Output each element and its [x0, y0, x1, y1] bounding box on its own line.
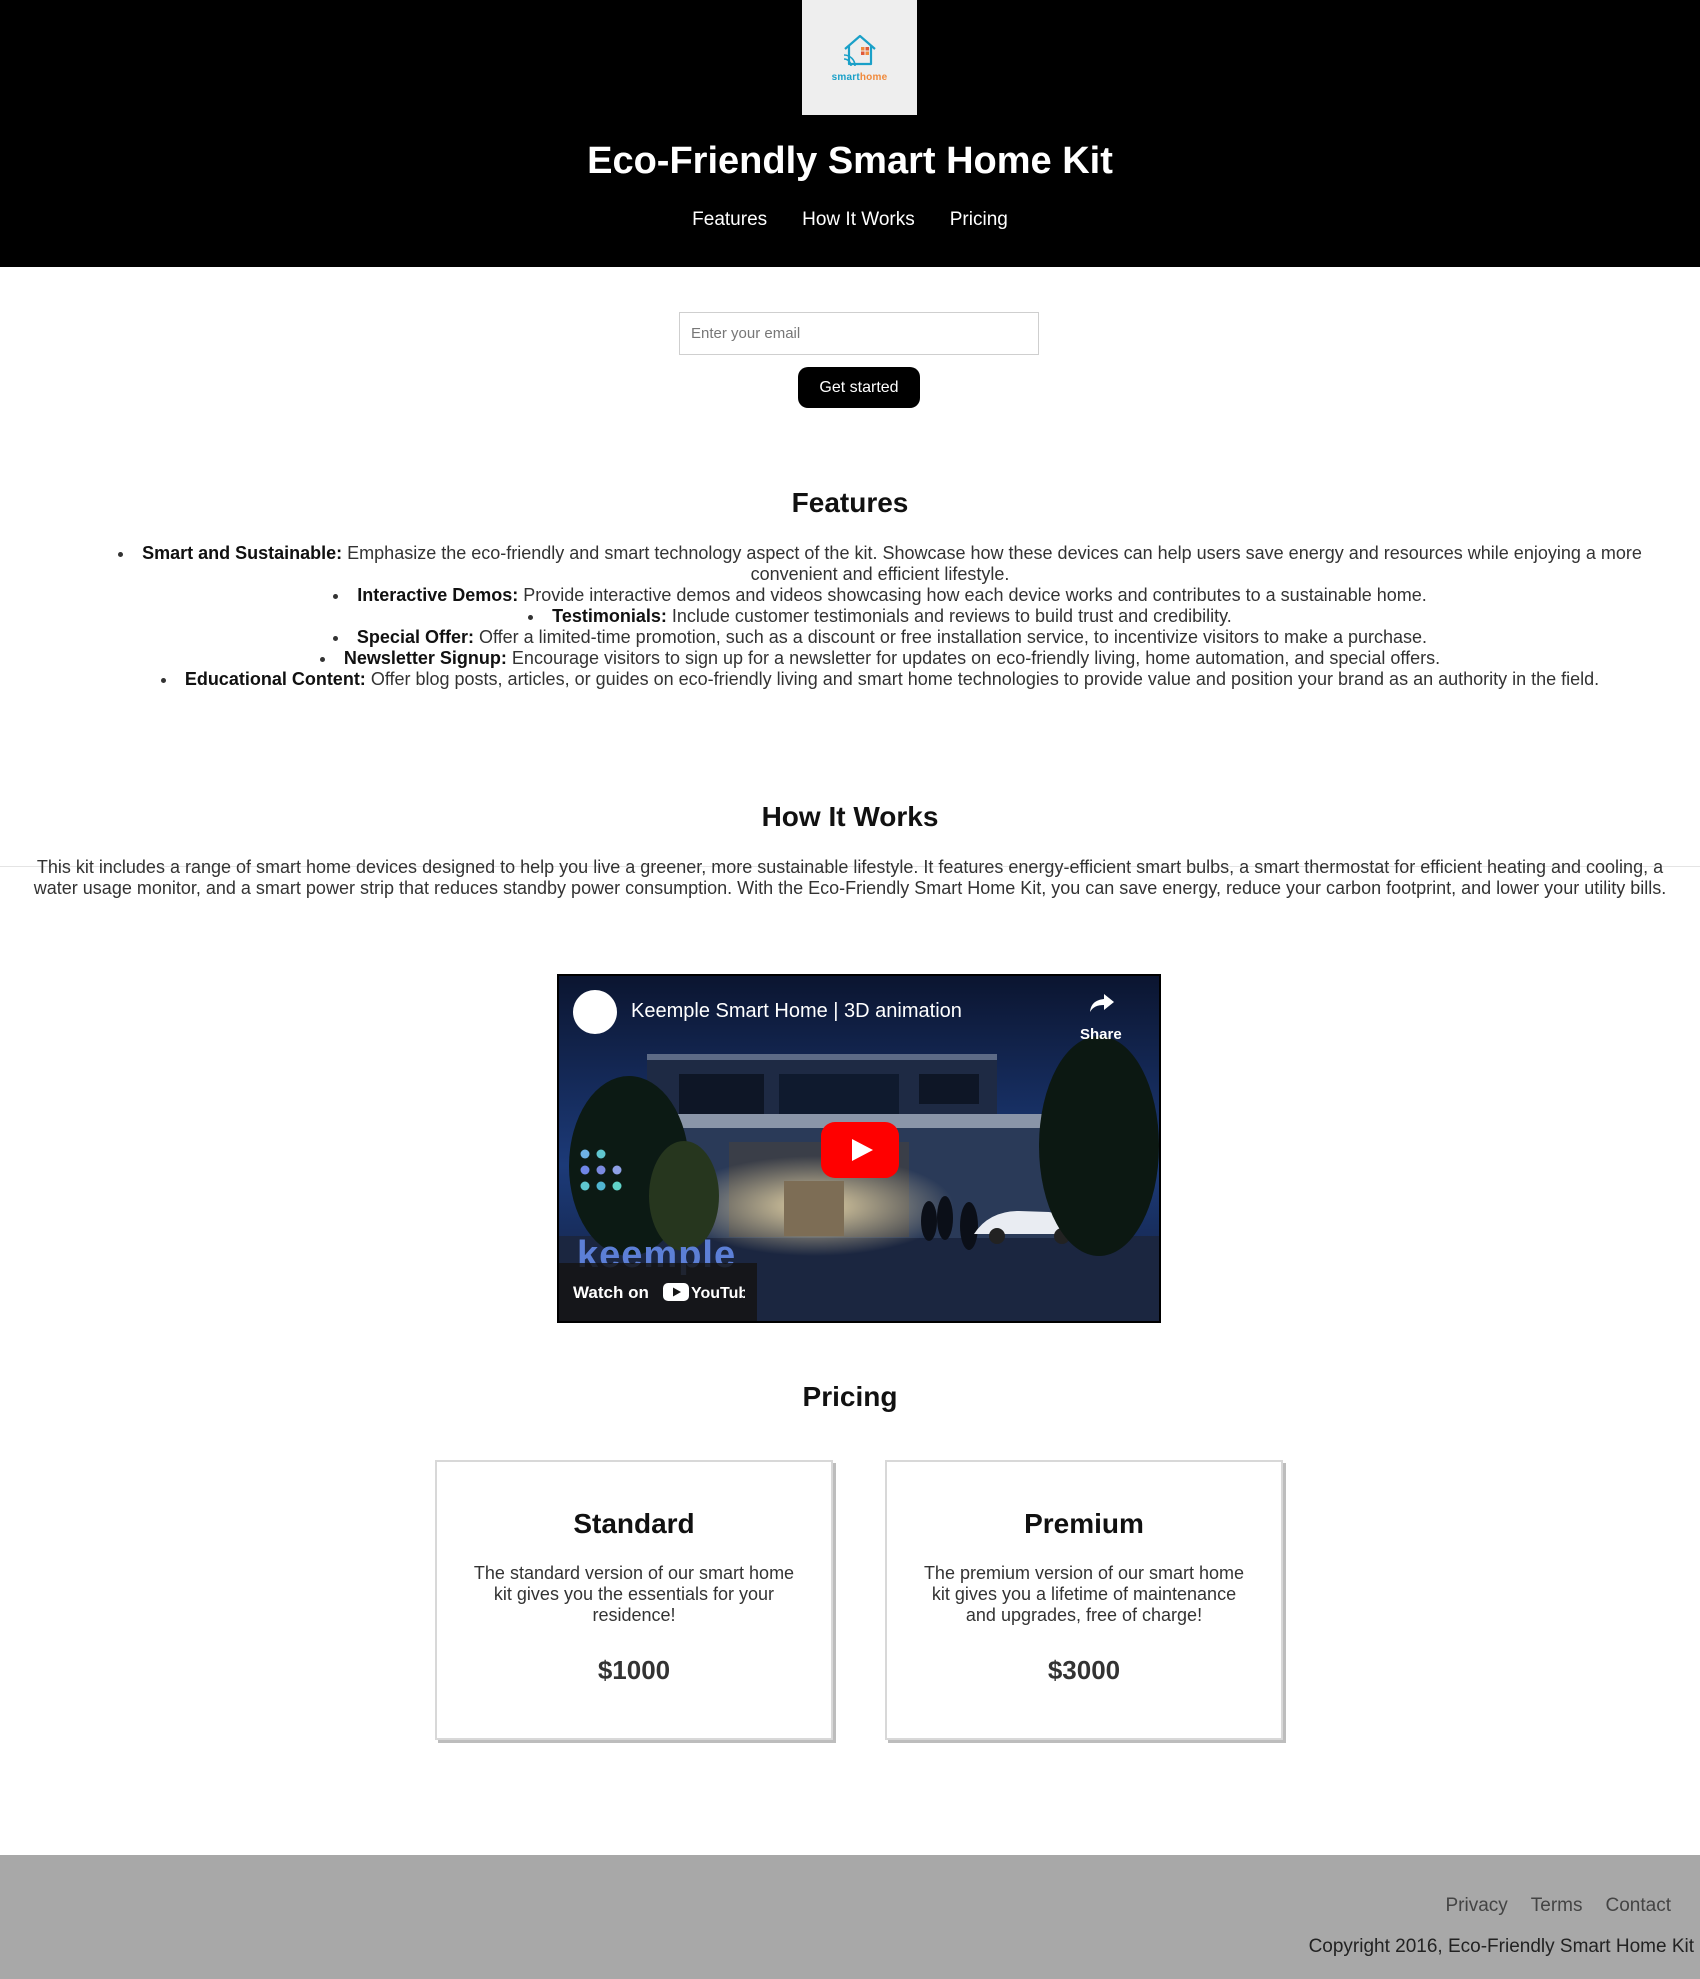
feature-title: Testimonials:: [552, 606, 667, 626]
get-started-button[interactable]: Get started: [798, 367, 920, 408]
footer-link-contact[interactable]: Contact: [1606, 1895, 1671, 1917]
feature-text: Offer a limited-time promotion, such as …: [473, 627, 1428, 647]
nav-link-pricing[interactable]: Pricing: [950, 209, 1008, 231]
feature-item: Special Offer: Offer a limited-time prom…: [0, 627, 1700, 648]
feature-text: Encourage visitors to sign up for a news…: [506, 648, 1441, 668]
nav-link-how-it-works[interactable]: How It Works: [802, 209, 915, 231]
plan-price: $3000: [1047, 1655, 1121, 1685]
feature-title: Special Offer:: [356, 627, 474, 647]
how-it-works-heading: How It Works: [761, 801, 939, 832]
footer-link-privacy[interactable]: Privacy: [1445, 1895, 1507, 1917]
play-icon[interactable]: [821, 1122, 899, 1178]
channel-avatar[interactable]: [573, 990, 617, 1034]
plan-description: The standard version of our smart home k…: [473, 1563, 795, 1625]
watch-on-label: Watch on: [573, 1283, 649, 1302]
youtube-wordmark: YouTube: [691, 1285, 745, 1302]
share-icon[interactable]: [1089, 992, 1115, 1014]
video-title[interactable]: Keemple Smart Home | 3D animation: [631, 1000, 962, 1023]
features-list: Smart and Sustainable: Emphasize the eco…: [0, 543, 1700, 690]
footer-links: Privacy Terms Contact: [1445, 1895, 1671, 1917]
feature-item: Smart and Sustainable: Emphasize the eco…: [0, 543, 1700, 585]
logo[interactable]: smarthome: [802, 0, 917, 115]
how-it-works-text: This kit includes a range of smart home …: [33, 857, 1667, 898]
plan-description: The premium version of our smart home ki…: [923, 1563, 1245, 1625]
email-input[interactable]: [679, 312, 1039, 355]
pricing-card-premium[interactable]: Premium The premium version of our smart…: [885, 1460, 1283, 1740]
feature-item: Newsletter Signup: Encourage visitors to…: [0, 648, 1700, 669]
feature-title: Interactive Demos:: [357, 585, 519, 605]
main-nav: Features How It Works Pricing: [0, 209, 1700, 231]
features-heading: Features: [791, 487, 909, 518]
plan-name: Premium: [1024, 1508, 1144, 1539]
copyright-text: Copyright 2016, Eco-Friendly Smart Home …: [1308, 1936, 1694, 1957]
feature-text: Offer blog posts, articles, or guides on…: [365, 669, 1600, 689]
plan-name: Standard: [573, 1508, 695, 1539]
pricing-card-standard[interactable]: Standard The standard version of our sma…: [435, 1460, 833, 1740]
feature-item: Interactive Demos: Provide interactive d…: [0, 585, 1700, 606]
feature-title: Newsletter Signup:: [343, 648, 507, 668]
footer-link-terms[interactable]: Terms: [1531, 1895, 1583, 1917]
nav-link-features[interactable]: Features: [692, 209, 767, 231]
site-footer: Privacy Terms Contact Copyright 2016, Ec…: [0, 1855, 1700, 1979]
video-player[interactable]: keemple Keemple Smart Home | 3D animatio…: [557, 974, 1161, 1323]
feature-title: Educational Content:: [184, 669, 366, 689]
feature-item: Educational Content: Offer blog posts, a…: [0, 669, 1700, 690]
logo-wordmark: smarthome: [831, 72, 888, 83]
watch-on-youtube-bar[interactable]: Watch on YouTube: [559, 1263, 757, 1321]
plan-price: $1000: [597, 1655, 671, 1685]
house-icon: [843, 34, 876, 67]
feature-text: Include customer testimonials and review…: [666, 606, 1232, 626]
pricing-heading: Pricing: [802, 1381, 898, 1412]
feature-text: Provide interactive demos and videos sho…: [518, 585, 1427, 605]
youtube-logo-icon: YouTube: [663, 1283, 745, 1302]
feature-item: Testimonials: Include customer testimoni…: [0, 606, 1700, 627]
page-title: Eco-Friendly Smart Home Kit: [587, 140, 1113, 182]
site-header: smarthome Eco-Friendly Smart Home Kit Fe…: [0, 0, 1700, 267]
feature-title: Smart and Sustainable:: [142, 543, 343, 563]
share-label[interactable]: Share: [1080, 1026, 1122, 1043]
feature-text: Emphasize the eco-friendly and smart tec…: [342, 543, 1642, 584]
